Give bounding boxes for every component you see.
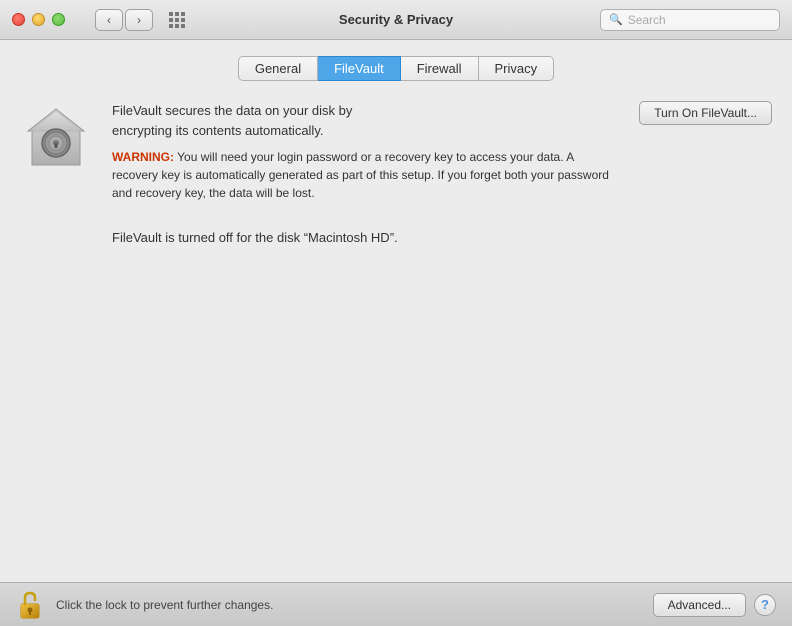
back-icon: ‹ xyxy=(107,13,111,27)
grid-button[interactable] xyxy=(163,9,191,31)
window-title: Security & Privacy xyxy=(339,12,453,27)
advanced-button[interactable]: Advanced... xyxy=(653,593,746,617)
traffic-lights xyxy=(12,13,65,26)
grid-icon xyxy=(169,12,185,28)
description-block: FileVault secures the data on your disk … xyxy=(112,101,619,202)
nav-buttons: ‹ › xyxy=(95,9,153,31)
bottom-buttons: Advanced... ? xyxy=(653,593,776,617)
close-button[interactable] xyxy=(12,13,25,26)
description-text: FileVault secures the data on your disk … xyxy=(112,101,619,140)
lock-button[interactable] xyxy=(16,587,44,623)
filevault-text-block: FileVault secures the data on your disk … xyxy=(112,101,772,245)
lock-label: Click the lock to prevent further change… xyxy=(56,598,641,612)
filevault-icon xyxy=(20,101,92,173)
main-content: General FileVault Firewall Privacy xyxy=(0,40,792,582)
tab-privacy[interactable]: Privacy xyxy=(479,56,555,81)
minimize-button[interactable] xyxy=(32,13,45,26)
turn-on-filevault-button[interactable]: Turn On FileVault... xyxy=(639,101,772,125)
help-button[interactable]: ? xyxy=(754,594,776,616)
tabs-row: General FileVault Firewall Privacy xyxy=(20,56,772,81)
filevault-status: FileVault is turned off for the disk “Ma… xyxy=(112,230,772,245)
bottom-bar: Click the lock to prevent further change… xyxy=(0,582,792,626)
forward-icon: › xyxy=(137,13,141,27)
search-box[interactable]: 🔍 Search xyxy=(600,9,780,31)
titlebar: ‹ › Security & Privacy 🔍 Search xyxy=(0,0,792,40)
back-button[interactable]: ‹ xyxy=(95,9,123,31)
tab-general[interactable]: General xyxy=(238,56,318,81)
maximize-button[interactable] xyxy=(52,13,65,26)
top-row: FileVault secures the data on your disk … xyxy=(112,101,772,202)
tab-filevault[interactable]: FileVault xyxy=(318,56,401,81)
search-placeholder: Search xyxy=(628,13,666,27)
forward-button[interactable]: › xyxy=(125,9,153,31)
tab-firewall[interactable]: Firewall xyxy=(401,56,479,81)
search-icon: 🔍 xyxy=(609,13,623,26)
filevault-content: FileVault secures the data on your disk … xyxy=(20,101,772,245)
warning-text: WARNING: You will need your login passwo… xyxy=(112,148,619,202)
warning-label: WARNING: xyxy=(112,150,174,164)
